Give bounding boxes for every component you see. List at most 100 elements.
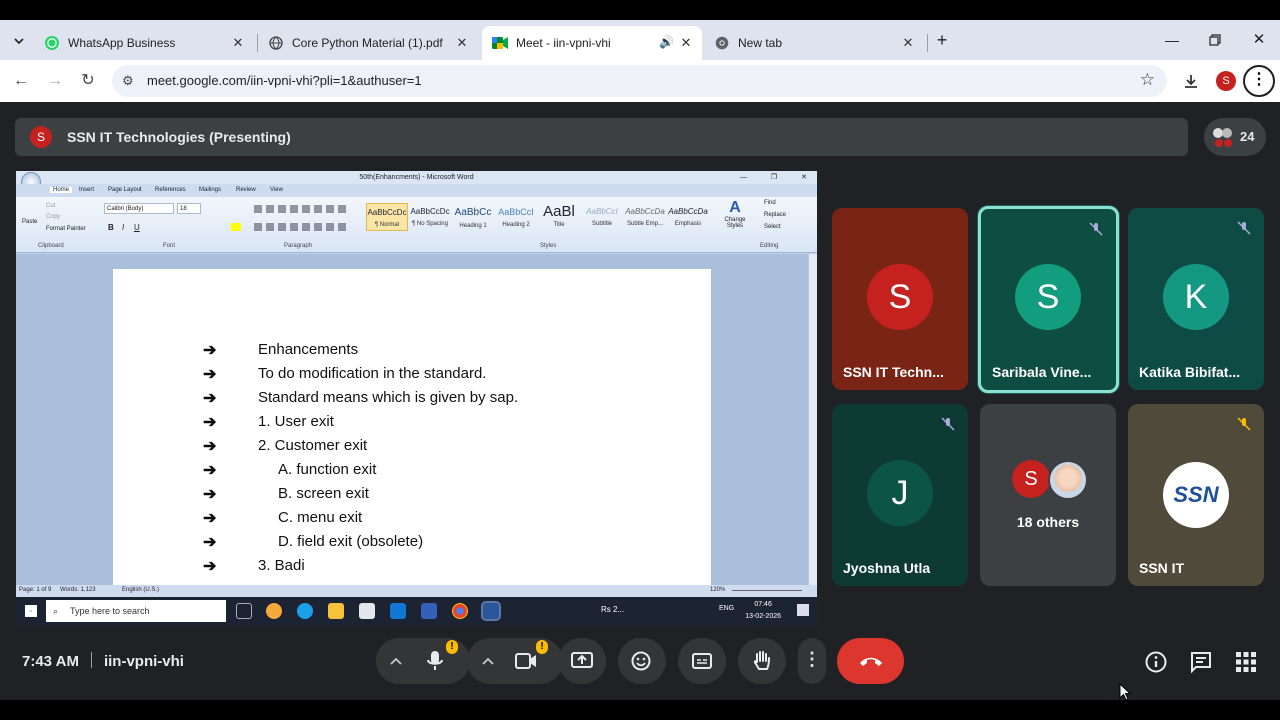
participant-tile[interactable]: S SSN IT Techn... — [832, 208, 968, 390]
bold-button[interactable]: B — [108, 223, 114, 232]
new-tab-icon[interactable]: + — [927, 28, 957, 52]
speaker-icon[interactable]: 🔊 — [659, 35, 674, 49]
style-subtitle[interactable]: AaBbCcI Subtitle — [581, 203, 623, 231]
raise-hand-button[interactable] — [738, 638, 786, 684]
replace-button[interactable]: Replace — [764, 212, 786, 218]
minimize-icon[interactable]: — — [1157, 28, 1187, 52]
meet-icon — [492, 35, 508, 51]
ribbon-tab-review[interactable]: Review — [236, 187, 256, 193]
copilot-icon[interactable] — [266, 603, 282, 619]
chrome-taskbar-icon[interactable] — [452, 603, 468, 619]
document-page[interactable]: ➔ Enhancements ➔ To do modification in the … — [113, 269, 711, 599]
ribbon-tab-home[interactable]: Home — [50, 187, 73, 193]
outlook-icon[interactable] — [390, 603, 406, 619]
alignment-tools[interactable] — [254, 223, 350, 231]
video-options-chevron-icon[interactable] — [482, 656, 494, 666]
select-button[interactable]: Select — [764, 224, 781, 230]
profile-avatar[interactable]: S — [1216, 71, 1236, 91]
meeting-details-icon[interactable] — [1144, 650, 1168, 674]
participant-tile[interactable]: SSN SSN IT — [1128, 404, 1264, 586]
windows-start-icon[interactable] — [25, 605, 37, 617]
camera-icon[interactable] — [515, 652, 537, 670]
style-emphasis[interactable]: AaBbCcDa Emphasis — [667, 203, 709, 231]
style-normal[interactable]: AaBbCcDc ¶ Normal — [366, 203, 408, 231]
ribbon-tab-page-layout[interactable]: Page Layout — [108, 187, 142, 193]
more-options-button[interactable]: ⋮ — [798, 638, 826, 684]
edge-icon[interactable] — [297, 603, 313, 619]
italic-button[interactable]: I — [122, 223, 124, 232]
highlight-color-button[interactable] — [231, 223, 241, 231]
restore-icon[interactable]: ❐ — [771, 171, 777, 184]
file-explorer-icon[interactable] — [328, 603, 344, 619]
close-icon[interactable]: ✕ — [801, 171, 807, 184]
format-painter-button[interactable]: Format Painter — [46, 226, 86, 232]
style-subtle-emphasis[interactable]: AaBbCcDa Subtle Emp... — [624, 203, 666, 231]
ribbon-tab-view[interactable]: View — [270, 187, 283, 193]
document-line: ➔ D. field exit (obsolete) — [113, 533, 711, 555]
vertical-scrollbar[interactable] — [808, 254, 817, 586]
notifications-icon[interactable] — [797, 604, 809, 616]
tab-whatsapp[interactable]: WhatsApp Business ✕ — [34, 26, 254, 60]
reload-icon[interactable]: ↻ — [75, 68, 101, 94]
leave-call-button[interactable] — [837, 638, 904, 684]
zoom-slider[interactable] — [732, 590, 802, 591]
find-button[interactable]: Find — [764, 200, 776, 206]
font-name-select[interactable]: Calibri (Body) — [104, 203, 174, 214]
tab-pdf[interactable]: Core Python Material (1).pdf ✕ — [258, 26, 478, 60]
tab-search-button[interactable] — [4, 28, 34, 52]
change-styles-button[interactable]: A Change Styles — [721, 199, 749, 229]
address-bar[interactable]: ⚙ meet.google.com/iin-vpni-vhi?pli=1&aut… — [112, 65, 1167, 97]
reactions-button[interactable] — [618, 638, 666, 684]
input-language[interactable]: ENG — [719, 605, 734, 612]
chat-icon[interactable] — [1189, 650, 1213, 674]
tab-newtab[interactable]: New tab ✕ — [704, 26, 924, 60]
others-tile[interactable]: S 18 others — [980, 404, 1116, 586]
participant-tile[interactable]: J Jyoshna Utla — [832, 404, 968, 586]
restore-icon[interactable] — [1200, 28, 1230, 52]
bookmark-star-icon[interactable]: ☆ — [1140, 70, 1155, 90]
style-heading-1[interactable]: AaBbCc Heading 1 — [452, 203, 494, 231]
close-icon[interactable]: ✕ — [454, 35, 470, 51]
download-icon[interactable] — [1178, 68, 1204, 94]
tray-app-label[interactable]: Rs 2... — [601, 605, 624, 614]
paragraph-tools[interactable] — [254, 205, 350, 213]
forward-icon[interactable]: → — [42, 68, 68, 94]
arrow-bullet-icon: ➔ — [203, 438, 217, 455]
close-icon[interactable]: ✕ — [900, 35, 916, 51]
copy-button[interactable]: Copy — [46, 214, 60, 220]
audio-options-chevron-icon[interactable] — [390, 656, 402, 666]
style-title[interactable]: AaBl Title — [538, 203, 580, 231]
style-heading-2[interactable]: AaBbCcI Heading 2 — [495, 203, 537, 231]
url-text[interactable]: meet.google.com/iin-vpni-vhi?pli=1&authu… — [147, 73, 422, 88]
microphone-icon[interactable] — [426, 650, 444, 672]
participant-tile[interactable]: K Katika Bibifat... — [1128, 208, 1264, 390]
close-icon[interactable]: ✕ — [230, 35, 246, 51]
ribbon-tab-mailings[interactable]: Mailings — [199, 187, 221, 193]
taskbar-clock[interactable]: 07:46 13-02-2026 — [745, 599, 781, 623]
activities-icon[interactable] — [1234, 650, 1258, 674]
word-taskbar-icon[interactable] — [481, 601, 501, 621]
ribbon-tab-references[interactable]: References — [155, 187, 186, 193]
captions-button[interactable] — [678, 638, 726, 684]
people-count-button[interactable]: 24 — [1204, 118, 1266, 156]
close-icon[interactable]: ✕ — [678, 35, 694, 51]
site-info-icon[interactable]: ⚙ — [122, 73, 134, 89]
font-size-select[interactable]: 18 — [177, 203, 201, 214]
paste-button[interactable]: Paste — [22, 219, 37, 225]
store-icon[interactable] — [359, 603, 375, 619]
task-view-icon[interactable] — [236, 603, 252, 619]
taskbar-search-box[interactable]: ⌕ Type here to search — [46, 600, 226, 622]
teams-icon[interactable] — [421, 603, 437, 619]
minimize-icon[interactable]: — — [740, 171, 747, 184]
present-screen-button[interactable] — [558, 638, 606, 684]
avatar: S — [1012, 460, 1050, 498]
close-window-icon[interactable]: ✕ — [1244, 28, 1274, 52]
cut-button[interactable]: Cut — [46, 203, 55, 209]
back-icon[interactable]: ← — [8, 68, 34, 94]
style-no-spacing[interactable]: AaBbCcDc ¶ No Spacing — [409, 203, 451, 231]
ribbon-tab-insert[interactable]: Insert — [79, 187, 94, 193]
menu-kebab-icon[interactable]: ⋮ — [1243, 65, 1275, 97]
tab-meet[interactable]: Meet - iin-vpni-vhi 🔊 ✕ — [482, 26, 702, 60]
participant-tile-active-speaker[interactable]: S Saribala Vine... — [978, 206, 1119, 393]
underline-button[interactable]: U — [134, 223, 140, 232]
